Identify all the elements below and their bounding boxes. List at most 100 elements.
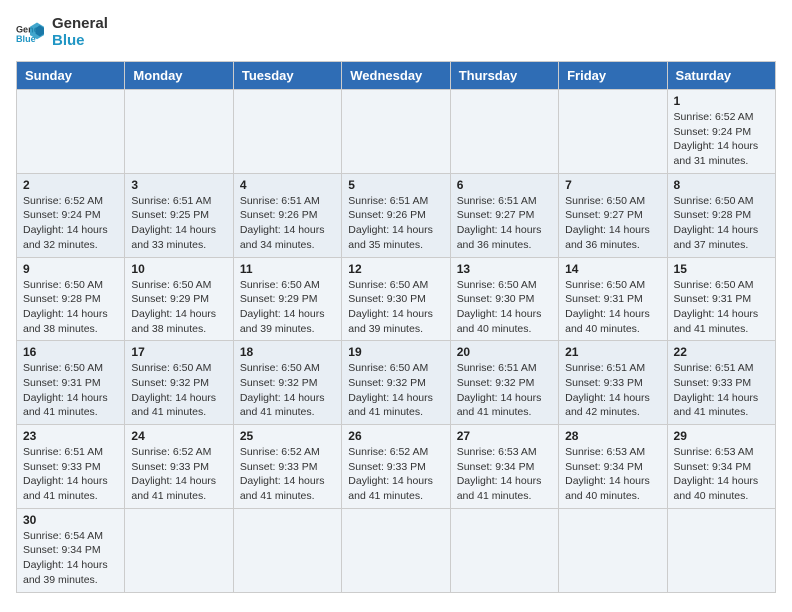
day-info: Sunrise: 6:50 AM Sunset: 9:28 PM Dayligh… [23, 278, 118, 337]
calendar-cell: 8Sunrise: 6:50 AM Sunset: 9:28 PM Daylig… [667, 173, 775, 257]
calendar-cell: 27 Sunrise: 6:53 AM Sunset: 9:34 PM Dayli… [450, 425, 558, 509]
calendar-cell: 11 Sunrise: 6:50 AM Sunset: 9:29 PM Dayli… [233, 257, 341, 341]
day-info: Sunrise: 6:51 AM Sunset: 9:33 PM Dayligh… [23, 445, 118, 504]
calendar-cell: 7Sunrise: 6:50 AM Sunset: 9:27 PM Daylig… [559, 173, 667, 257]
calendar-cell: 13 Sunrise: 6:50 AM Sunset: 9:30 PM Dayli… [450, 257, 558, 341]
day-number: 21 [565, 345, 660, 359]
calendar-cell: 26 Sunrise: 6:52 AM Sunset: 9:33 PM Dayli… [342, 425, 450, 509]
day-info: Sunrise: 6:50 AM Sunset: 9:29 PM Dayligh… [240, 278, 335, 337]
day-info: Sunrise: 6:52 AM Sunset: 9:33 PM Dayligh… [348, 445, 443, 504]
day-number: 12 [348, 262, 443, 276]
day-number: 28 [565, 429, 660, 443]
day-info: Sunrise: 6:53 AM Sunset: 9:34 PM Dayligh… [457, 445, 552, 504]
calendar-cell: 18 Sunrise: 6:50 AM Sunset: 9:32 PM Dayli… [233, 341, 341, 425]
day-number: 16 [23, 345, 118, 359]
weekday-header-tuesday: Tuesday [233, 62, 341, 90]
logo-blue-text: Blue [52, 33, 108, 50]
day-info: Sunrise: 6:50 AM Sunset: 9:32 PM Dayligh… [131, 361, 226, 420]
day-number: 3 [131, 178, 226, 192]
day-info: Sunrise: 6:54 AM Sunset: 9:34 PM Dayligh… [23, 529, 118, 588]
calendar-cell: 9 Sunrise: 6:50 AM Sunset: 9:28 PM Daylig… [17, 257, 125, 341]
day-number: 14 [565, 262, 660, 276]
day-number: 4 [240, 178, 335, 192]
calendar-cell: 21Sunrise: 6:51 AM Sunset: 9:33 PM Dayli… [559, 341, 667, 425]
day-number: 25 [240, 429, 335, 443]
day-info: Sunrise: 6:51 AM Sunset: 9:26 PM Dayligh… [240, 194, 335, 253]
day-info: Sunrise: 6:51 AM Sunset: 9:33 PM Dayligh… [674, 361, 769, 420]
calendar-cell: 16 Sunrise: 6:50 AM Sunset: 9:31 PM Dayli… [17, 341, 125, 425]
day-number: 18 [240, 345, 335, 359]
day-number: 23 [23, 429, 118, 443]
day-info: Sunrise: 6:50 AM Sunset: 9:30 PM Dayligh… [348, 278, 443, 337]
logo: General Blue General Blue [16, 16, 108, 49]
day-number: 24 [131, 429, 226, 443]
calendar-cell: 23 Sunrise: 6:51 AM Sunset: 9:33 PM Dayli… [17, 425, 125, 509]
calendar-cell: 28Sunrise: 6:53 AM Sunset: 9:34 PM Dayli… [559, 425, 667, 509]
calendar-cell: 17 Sunrise: 6:50 AM Sunset: 9:32 PM Dayli… [125, 341, 233, 425]
weekday-header-friday: Friday [559, 62, 667, 90]
day-number: 9 [23, 262, 118, 276]
calendar-cell: 12 Sunrise: 6:50 AM Sunset: 9:30 PM Dayli… [342, 257, 450, 341]
calendar-cell [125, 90, 233, 174]
weekday-header-saturday: Saturday [667, 62, 775, 90]
day-number: 11 [240, 262, 335, 276]
day-number: 13 [457, 262, 552, 276]
day-info: Sunrise: 6:52 AM Sunset: 9:33 PM Dayligh… [131, 445, 226, 504]
day-number: 17 [131, 345, 226, 359]
day-info: Sunrise: 6:52 AM Sunset: 9:24 PM Dayligh… [674, 110, 769, 169]
day-info: Sunrise: 6:50 AM Sunset: 9:32 PM Dayligh… [240, 361, 335, 420]
day-info: Sunrise: 6:51 AM Sunset: 9:26 PM Dayligh… [348, 194, 443, 253]
day-number: 15 [674, 262, 769, 276]
day-number: 30 [23, 513, 118, 527]
calendar-cell: 2Sunrise: 6:52 AM Sunset: 9:24 PM Daylig… [17, 173, 125, 257]
calendar-cell: 22 Sunrise: 6:51 AM Sunset: 9:33 PM Dayli… [667, 341, 775, 425]
weekday-header-sunday: Sunday [17, 62, 125, 90]
day-number: 6 [457, 178, 552, 192]
day-number: 19 [348, 345, 443, 359]
day-number: 29 [674, 429, 769, 443]
calendar-cell [233, 90, 341, 174]
calendar-cell: 15Sunrise: 6:50 AM Sunset: 9:31 PM Dayli… [667, 257, 775, 341]
day-info: Sunrise: 6:50 AM Sunset: 9:29 PM Dayligh… [131, 278, 226, 337]
day-info: Sunrise: 6:51 AM Sunset: 9:27 PM Dayligh… [457, 194, 552, 253]
calendar-cell: 24 Sunrise: 6:52 AM Sunset: 9:33 PM Dayli… [125, 425, 233, 509]
day-info: Sunrise: 6:51 AM Sunset: 9:25 PM Dayligh… [131, 194, 226, 253]
calendar-cell [559, 508, 667, 592]
day-info: Sunrise: 6:50 AM Sunset: 9:30 PM Dayligh… [457, 278, 552, 337]
calendar-cell: 1Sunrise: 6:52 AM Sunset: 9:24 PM Daylig… [667, 90, 775, 174]
calendar: SundayMondayTuesdayWednesdayThursdayFrid… [16, 61, 776, 593]
day-number: 27 [457, 429, 552, 443]
calendar-cell: 30 Sunrise: 6:54 AM Sunset: 9:34 PM Dayli… [17, 508, 125, 592]
weekday-header-thursday: Thursday [450, 62, 558, 90]
calendar-cell: 4 Sunrise: 6:51 AM Sunset: 9:26 PM Daylig… [233, 173, 341, 257]
day-number: 22 [674, 345, 769, 359]
day-info: Sunrise: 6:50 AM Sunset: 9:31 PM Dayligh… [565, 278, 660, 337]
day-number: 2 [23, 178, 118, 192]
weekday-header-monday: Monday [125, 62, 233, 90]
day-info: Sunrise: 6:50 AM Sunset: 9:32 PM Dayligh… [348, 361, 443, 420]
day-info: Sunrise: 6:51 AM Sunset: 9:32 PM Dayligh… [457, 361, 552, 420]
weekday-header-wednesday: Wednesday [342, 62, 450, 90]
calendar-cell [559, 90, 667, 174]
calendar-cell: 19 Sunrise: 6:50 AM Sunset: 9:32 PM Dayli… [342, 341, 450, 425]
day-number: 26 [348, 429, 443, 443]
calendar-cell [450, 508, 558, 592]
calendar-cell: 25 Sunrise: 6:52 AM Sunset: 9:33 PM Dayli… [233, 425, 341, 509]
day-number: 8 [674, 178, 769, 192]
day-info: Sunrise: 6:50 AM Sunset: 9:27 PM Dayligh… [565, 194, 660, 253]
calendar-cell: 14 Sunrise: 6:50 AM Sunset: 9:31 PM Dayli… [559, 257, 667, 341]
calendar-cell [125, 508, 233, 592]
day-info: Sunrise: 6:50 AM Sunset: 9:31 PM Dayligh… [23, 361, 118, 420]
calendar-cell: 10 Sunrise: 6:50 AM Sunset: 9:29 PM Dayli… [125, 257, 233, 341]
calendar-cell [450, 90, 558, 174]
calendar-cell: 5Sunrise: 6:51 AM Sunset: 9:26 PM Daylig… [342, 173, 450, 257]
day-number: 20 [457, 345, 552, 359]
day-info: Sunrise: 6:53 AM Sunset: 9:34 PM Dayligh… [674, 445, 769, 504]
day-number: 10 [131, 262, 226, 276]
logo-icon: General Blue [16, 21, 44, 45]
calendar-cell [233, 508, 341, 592]
calendar-cell: 6 Sunrise: 6:51 AM Sunset: 9:27 PM Daylig… [450, 173, 558, 257]
header: General Blue General Blue [16, 16, 776, 49]
day-info: Sunrise: 6:52 AM Sunset: 9:33 PM Dayligh… [240, 445, 335, 504]
calendar-header: SundayMondayTuesdayWednesdayThursdayFrid… [17, 62, 776, 90]
